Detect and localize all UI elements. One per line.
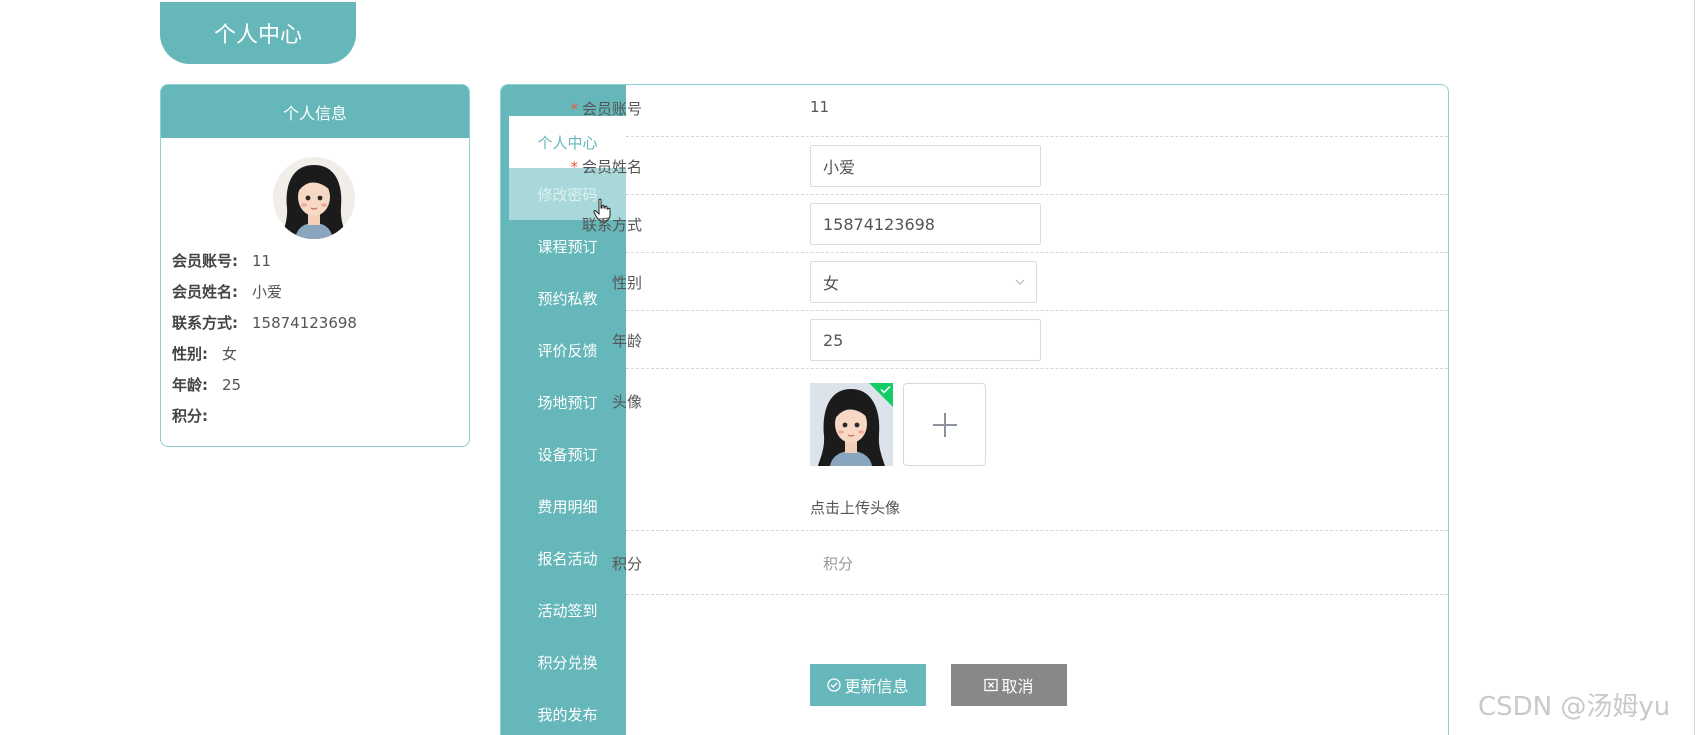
close-box-icon (984, 678, 999, 692)
points-input[interactable]: 积分 (823, 553, 853, 574)
name-label: * 会员姓名 (570, 156, 642, 177)
account-label-text: 会员账号 (581, 100, 642, 118)
gender-label: 性别 (611, 274, 642, 292)
profile-form: * 会员账号 11 * 会员姓名 小爱 联系方式 15874123698 性别 女 … (570, 85, 1448, 735)
info-label: 积分: (172, 407, 208, 425)
upload-hint: 点击上传头像 (810, 499, 901, 517)
points-label: 积分 (611, 555, 642, 573)
window-edge-divider (1694, 0, 1695, 735)
info-label: 年龄: (172, 376, 208, 394)
form-row-age: 年龄 25 (612, 311, 1448, 369)
info-row-age: 年龄: 25 (172, 369, 357, 400)
account-label: * 会员账号 (570, 98, 642, 119)
form-row-gender: 性别 女 (612, 253, 1448, 311)
required-mark: * (570, 158, 578, 176)
info-row-account: 会员账号: 11 (172, 245, 357, 276)
side-menu: 个人中心 修改密码 课程预订 预约私教 评价反馈 场地预订 设备预订 费用明细 … (501, 85, 626, 735)
check-icon (880, 385, 891, 394)
info-value: 11 (252, 251, 272, 270)
plus-icon (932, 412, 957, 437)
profile-panel: 个人中心 修改密码 课程预订 预约私教 评价反馈 场地预订 设备预订 费用明细 … (500, 84, 1449, 735)
menu-item-venue-booking[interactable]: 场地预订 (509, 376, 626, 428)
page-title: 个人中心 (160, 2, 356, 64)
age-input[interactable]: 25 (810, 319, 1041, 361)
info-row-gender: 性别: 女 (172, 338, 357, 369)
menu-item-private-coach[interactable]: 预约私教 (509, 272, 626, 324)
info-row-phone: 联系方式: 15874123698 (172, 307, 357, 338)
check-circle-icon (827, 678, 842, 692)
info-label: 会员账号: (172, 252, 238, 270)
watermark: CSDN @汤姆yu (1478, 692, 1671, 722)
name-input[interactable]: 小爱 (810, 145, 1041, 187)
info-card-title: 个人信息 (161, 85, 469, 138)
account-value: 11 (810, 98, 830, 116)
form-row-account: * 会员账号 11 (570, 85, 1448, 137)
phone-input[interactable]: 15874123698 (810, 203, 1041, 245)
info-list: 会员账号: 11 会员姓名: 小爱 联系方式: 15874123698 性别: 女 年龄… (172, 245, 357, 431)
chevron-down-icon (1015, 279, 1025, 285)
menu-item-my-posts[interactable]: 我的发布 (509, 688, 626, 735)
menu-item-activity-signup[interactable]: 报名活动 (509, 532, 626, 584)
required-mark: * (570, 100, 578, 118)
info-label: 会员姓名: (172, 283, 238, 301)
avatar-label: 头像 (611, 393, 642, 411)
menu-item-fee-details[interactable]: 费用明细 (509, 480, 626, 532)
info-value: 25 (222, 375, 242, 394)
update-label: 更新信息 (844, 677, 909, 696)
uploaded-avatar-thumbnail[interactable] (810, 383, 893, 466)
phone-label: 联系方式 (581, 216, 642, 234)
menu-item-activity-checkin[interactable]: 活动签到 (509, 584, 626, 636)
info-value: 小爱 (252, 283, 283, 301)
info-value: 女 (222, 345, 238, 363)
menu-item-points-exchange[interactable]: 积分兑换 (509, 636, 626, 688)
age-label: 年龄 (611, 332, 642, 350)
form-row-points: 积分 积分 (612, 531, 1448, 595)
form-row-avatar: 头像 点击上传头像 (612, 369, 1448, 531)
info-label: 联系方式: (172, 314, 238, 332)
avatar (273, 157, 355, 239)
info-value: 15874123698 (252, 313, 357, 332)
gender-select[interactable]: 女 (810, 261, 1037, 303)
update-info-button[interactable]: 更新信息 (810, 664, 926, 706)
menu-item-equipment-booking[interactable]: 设备预订 (509, 428, 626, 480)
form-row-phone: 联系方式 15874123698 (582, 195, 1448, 253)
info-row-points: 积分: (172, 400, 357, 431)
name-label-text: 会员姓名 (581, 158, 642, 176)
menu-item-feedback[interactable]: 评价反馈 (509, 324, 626, 376)
info-row-name: 会员姓名: 小爱 (172, 276, 357, 307)
form-row-name: * 会员姓名 小爱 (570, 137, 1448, 195)
upload-avatar-button[interactable] (903, 383, 986, 466)
info-label: 性别: (172, 345, 208, 363)
personal-info-card: 个人信息 会员账号: 11 会员姓名: 小爱 联系方式: 15874123698 性别… (160, 84, 470, 447)
gender-selected-value: 女 (823, 274, 840, 293)
cancel-label: 取消 (1001, 677, 1034, 696)
cancel-button[interactable]: 取消 (951, 664, 1067, 706)
